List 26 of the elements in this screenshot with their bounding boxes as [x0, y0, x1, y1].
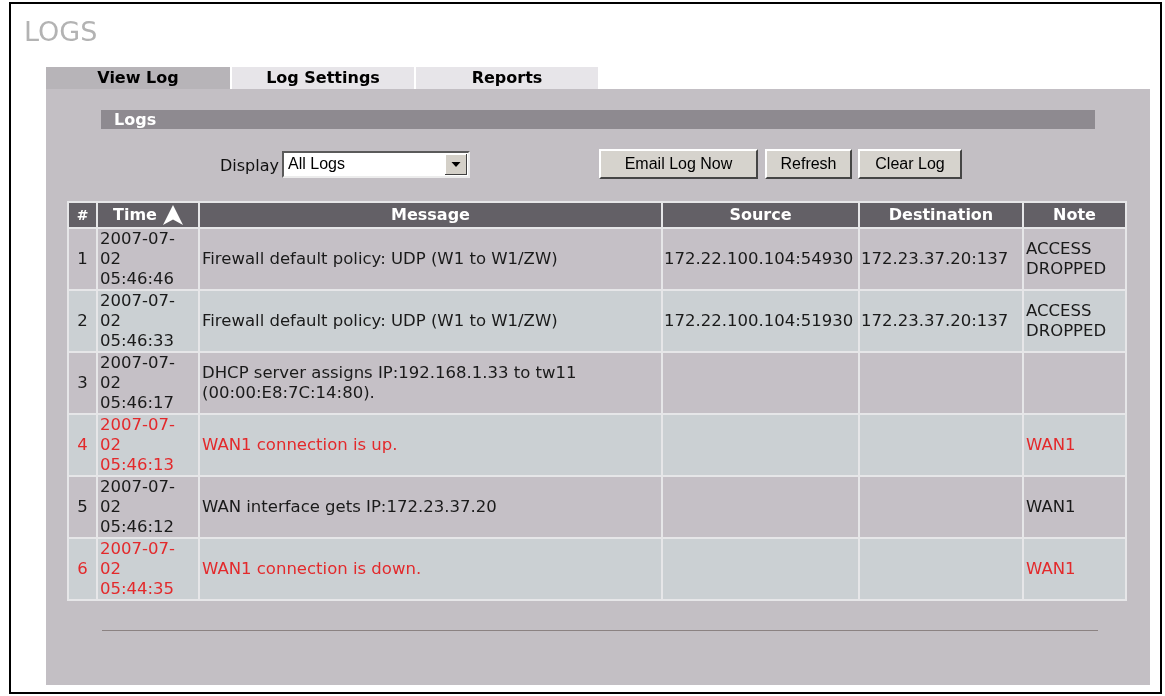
row-number: 2	[68, 290, 97, 352]
row-number: 1	[68, 228, 97, 290]
column-header: Destination	[859, 202, 1023, 228]
action-button[interactable]: Email Log Now	[599, 149, 758, 179]
column-header: Source	[662, 202, 859, 228]
row-number: 6	[68, 538, 97, 600]
dropdown-arrow-icon[interactable]	[445, 153, 467, 175]
page-title: LOGS	[24, 17, 98, 47]
row-number: 4	[68, 414, 97, 476]
display-label: Display	[219, 156, 279, 176]
column-header: Note	[1023, 202, 1126, 228]
table-cell: WAN1	[1023, 538, 1126, 600]
tab[interactable]: Reports	[416, 67, 598, 89]
action-button[interactable]: Refresh	[765, 149, 852, 179]
action-button[interactable]: Clear Log	[858, 149, 962, 179]
column-header: Message	[199, 202, 662, 228]
table-cell: WAN1 connection is down.	[199, 538, 662, 600]
tab[interactable]: View Log	[46, 67, 230, 89]
table-cell: 2007-07-02 05:44:35	[97, 538, 199, 600]
row-number: 5	[68, 476, 97, 538]
display-select[interactable]: All Logs	[282, 150, 470, 178]
column-header[interactable]: Time	[97, 202, 199, 228]
section-header: Logs	[101, 110, 1095, 129]
row-number: 3	[68, 352, 97, 414]
tab[interactable]: Log Settings	[232, 67, 414, 89]
column-header: #	[68, 202, 97, 228]
